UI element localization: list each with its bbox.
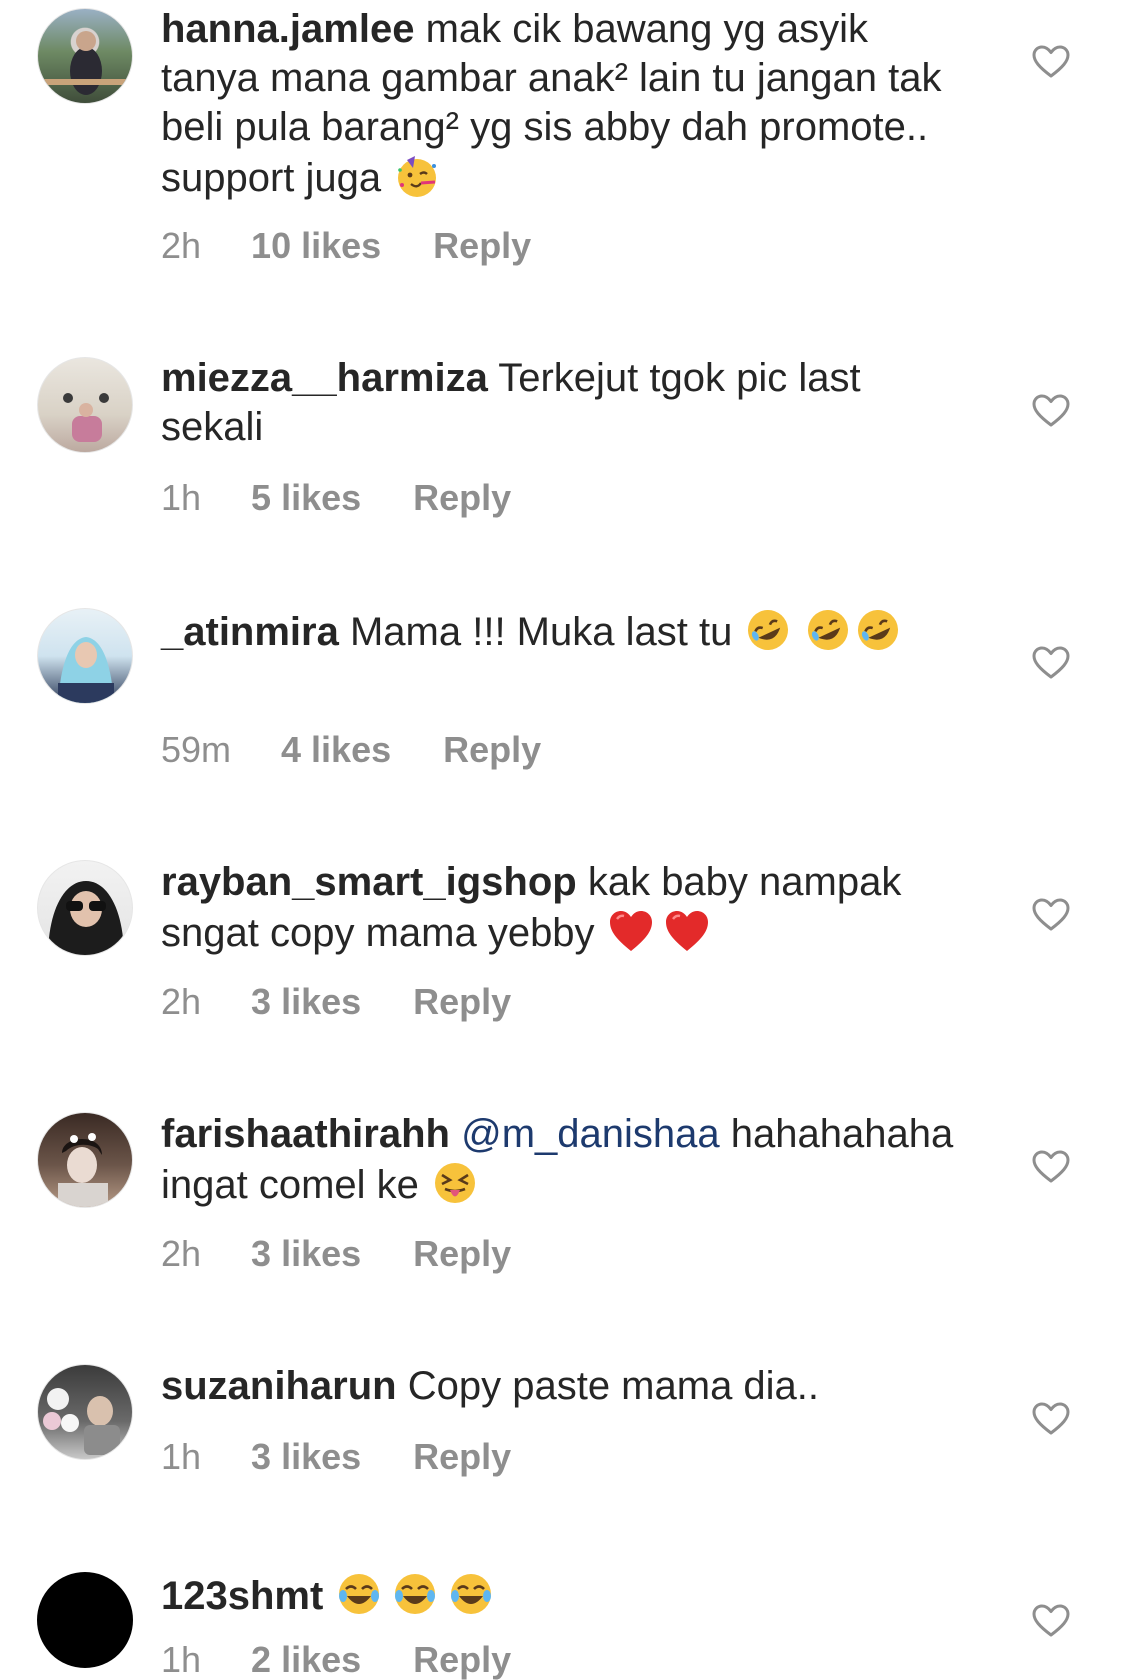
reply-button[interactable]: Reply	[413, 1436, 511, 1477]
rofl-emoji	[804, 606, 852, 654]
comment-meta: 1h 3 likes Reply	[161, 1437, 511, 1477]
party-face-emoji	[393, 152, 441, 200]
comment-text: Copy paste mama dia..	[407, 1364, 820, 1408]
comment-time: 1h	[161, 1436, 202, 1477]
comment-meta: 1h 2 likes Reply	[161, 1640, 511, 1680]
heart-outline-icon[interactable]	[1032, 1402, 1070, 1436]
avatar[interactable]	[37, 608, 133, 704]
heart-outline-icon[interactable]	[1032, 898, 1070, 932]
avatar[interactable]	[37, 860, 133, 956]
comment-body: farishaathirahh @m_danishaa hahahahaha i…	[161, 1110, 961, 1210]
comment-username[interactable]: 123shmt	[161, 1574, 323, 1618]
comment-body: suzaniharun Copy paste mama dia..	[161, 1362, 961, 1411]
comment-likes[interactable]: 10 likes	[251, 225, 381, 266]
heart-outline-icon[interactable]	[1032, 394, 1070, 428]
comment-time: 2h	[161, 981, 202, 1022]
red-heart-emoji	[607, 907, 655, 955]
comment-body: _atinmira Mama !!! Muka last tu	[161, 606, 961, 657]
comment-likes[interactable]: 3 likes	[251, 1233, 361, 1274]
avatar[interactable]	[37, 1572, 133, 1668]
comment-text: Mama !!! Muka last tu	[349, 610, 733, 654]
comment-meta: 2h 3 likes Reply	[161, 982, 511, 1022]
comment-username[interactable]: rayban_smart_igshop	[161, 860, 577, 904]
comment-time: 1h	[161, 477, 202, 518]
tears-of-joy-emoji	[391, 1570, 439, 1618]
tears-of-joy-emoji	[335, 1570, 383, 1618]
rofl-emoji	[854, 606, 902, 654]
avatar[interactable]	[37, 1112, 133, 1208]
comment-likes[interactable]: 4 likes	[281, 729, 391, 770]
reply-button[interactable]: Reply	[413, 477, 511, 518]
squinting-tongue-emoji	[431, 1159, 479, 1207]
avatar[interactable]	[37, 1364, 133, 1460]
comment-likes[interactable]: 5 likes	[251, 477, 361, 518]
reply-button[interactable]: Reply	[433, 225, 531, 266]
comment-username[interactable]: suzaniharun	[161, 1364, 397, 1408]
comment-body: rayban_smart_igshop kak baby nampak snga…	[161, 858, 961, 958]
comment-body: miezza__harmiza Terkejut tgok pic last s…	[161, 354, 961, 452]
heart-outline-icon[interactable]	[1032, 646, 1070, 680]
comment-meta: 1h 5 likes Reply	[161, 478, 511, 518]
comment-username[interactable]: _atinmira	[161, 610, 339, 654]
reply-button[interactable]: Reply	[443, 729, 541, 770]
comment-meta: 59m 4 likes Reply	[161, 730, 541, 770]
comment-meta: 2h 3 likes Reply	[161, 1234, 511, 1274]
comment-mention[interactable]: @m_danishaa	[461, 1112, 720, 1156]
comment-meta: 2h 10 likes Reply	[161, 226, 531, 266]
comment-username[interactable]: hanna.jamlee	[161, 7, 414, 51]
tears-of-joy-emoji	[447, 1570, 495, 1618]
comment-time: 2h	[161, 1233, 202, 1274]
comment-likes[interactable]: 3 likes	[251, 981, 361, 1022]
heart-outline-icon[interactable]	[1032, 45, 1070, 79]
comment-time: 59m	[161, 729, 232, 770]
reply-button[interactable]: Reply	[413, 981, 511, 1022]
comment-body: 123shmt	[161, 1570, 961, 1621]
comment-likes[interactable]: 3 likes	[251, 1436, 361, 1477]
heart-outline-icon[interactable]	[1032, 1604, 1070, 1638]
reply-button[interactable]: Reply	[413, 1233, 511, 1274]
avatar[interactable]	[37, 357, 133, 453]
comment-body: hanna.jamlee mak cik bawang yg asyik tan…	[161, 5, 961, 203]
rofl-emoji	[744, 606, 792, 654]
heart-outline-icon[interactable]	[1032, 1150, 1070, 1184]
comment-username[interactable]: miezza__harmiza	[161, 356, 488, 400]
comment-username[interactable]: farishaathirahh	[161, 1112, 450, 1156]
avatar[interactable]	[37, 8, 133, 104]
comment-time: 2h	[161, 225, 202, 266]
red-heart-emoji	[663, 907, 711, 955]
